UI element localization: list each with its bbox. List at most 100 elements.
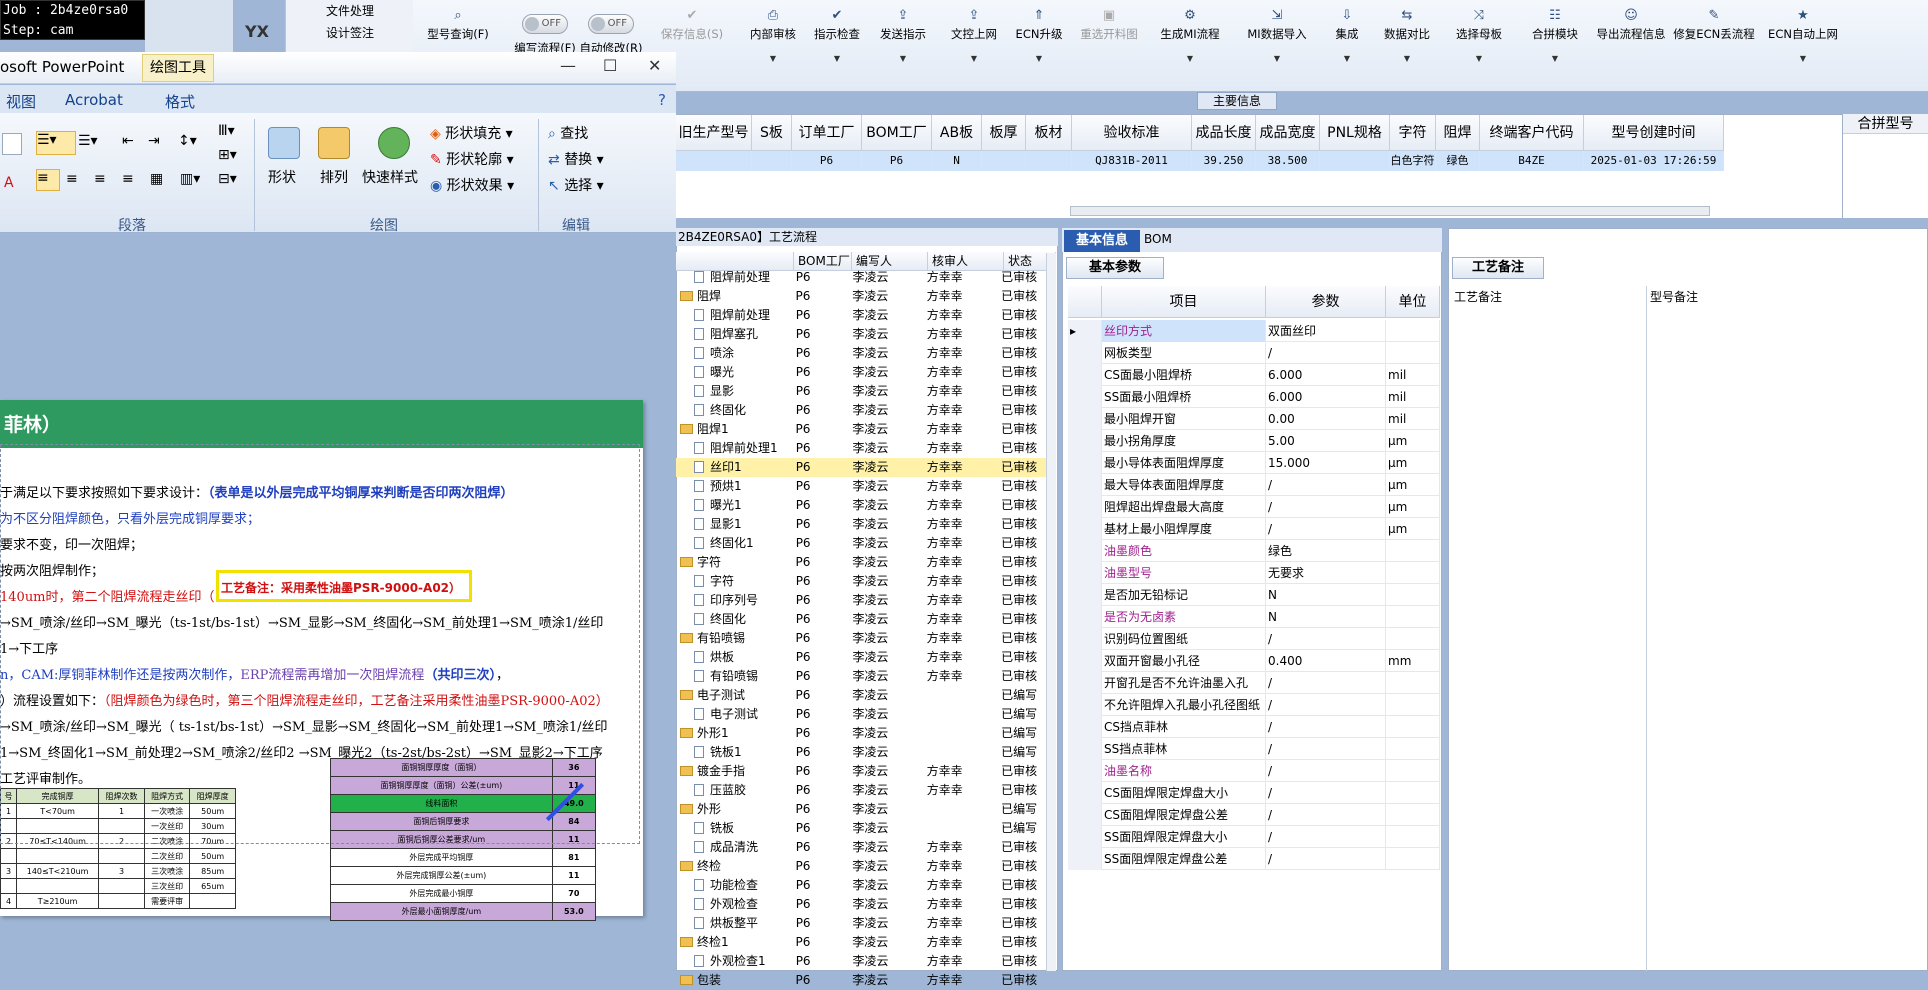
tab-view[interactable]: 视图 [6,91,36,112]
align-left-button[interactable]: ≡ [36,169,60,191]
toolbar-button-8[interactable]: ⇑ ECN升级 ▼ [1011,8,1067,78]
decrease-indent-button[interactable]: ⇤ [122,133,134,149]
increase-indent-button[interactable]: ⇥ [148,133,160,149]
param-value[interactable]: 双面丝印 [1266,320,1386,342]
grid-column-header[interactable]: 旧生产型号 [676,115,752,151]
slide-canvas[interactable]: 菲林） 于满足以下要求按照如下要求设计：（表单是以外层完成平均铜厚来判断是否印两… [0,400,643,921]
columns-button[interactable]: ▥▾ [180,171,200,187]
basic-param-row[interactable]: 最小拐角厚度 5.00 μm [1068,430,1440,452]
grid-column-header[interactable]: 成品长度 [1192,115,1256,151]
grid-column-header[interactable]: PNL规格 [1320,115,1390,151]
basic-param-row[interactable]: 阻焊超出焊盘最大高度 / μm [1068,496,1440,518]
justify-button[interactable]: ≡ [122,171,134,187]
process-row[interactable]: 功能检查 P6 李凌云 方幸幸 已审核 [676,876,1048,895]
grid-column-header[interactable]: BOM工厂 [862,115,932,151]
quick-styles-button[interactable]: 快速样式 [362,167,418,187]
process-row[interactable]: 有铅喷锡 P6 李凌云 方幸幸 已审核 [676,629,1048,648]
help-icon[interactable]: ? [658,91,666,109]
basic-param-row[interactable]: ▸ 丝印方式 双面丝印 [1068,320,1440,342]
param-value[interactable]: / [1266,672,1386,694]
basic-param-row[interactable]: 网板类型 / [1068,342,1440,364]
close-icon[interactable]: ✕ [648,56,661,75]
process-row[interactable]: 电子测试 P6 李凌云 已编写 [676,686,1048,705]
param-value[interactable]: 0.00 [1266,408,1386,430]
toolbar-button-17[interactable]: ✎ 修复ECN丢流程 [1671,8,1757,78]
tab-bom[interactable]: BOM [1144,232,1172,246]
grid-column-header[interactable]: S板 [752,115,792,151]
tab-acrobat[interactable]: Acrobat [65,91,123,109]
param-value[interactable]: / [1266,848,1386,870]
toolbar-button-13[interactable]: ⇆ 数据对比 ▼ [1379,8,1435,78]
grid-column-header[interactable]: 验收标准 [1072,115,1192,151]
model-grid-row[interactable]: P6 P6 N QJ831B-2011 39.250 38.500 白色字符 绿色 B4ZE 20… [676,151,1724,171]
toolbar-button-9[interactable]: ▣ 重选开料图 [1073,8,1145,78]
process-row[interactable]: 外观检查 P6 李凌云 方幸幸 已审核 [676,895,1048,914]
grid-column-header[interactable]: 板材 [1026,115,1072,151]
grid-column-header[interactable]: 终端客户代码 [1480,115,1584,151]
basic-param-row[interactable]: 油墨颜色 绿色 [1068,540,1440,562]
grid-column-header[interactable]: 字符 [1390,115,1436,151]
align-center-button[interactable]: ≡ [66,171,78,187]
process-row[interactable]: 终固化 P6 李凌云 方幸幸 已审核 [676,610,1048,629]
grid-column-header[interactable]: 成品宽度 [1256,115,1320,151]
process-row[interactable]: 阻焊前处理 P6 李凌云 方幸幸 已审核 [676,306,1048,325]
toolbar-button-4[interactable]: ⎙ 内部审核 ▼ [741,8,805,78]
paragraph-style-icon[interactable] [2,133,22,155]
process-row[interactable]: 阻焊前处理 P6 李凌云 方幸幸 已审核 [676,268,1048,287]
line-spacing-button[interactable]: ↕▾ [178,133,197,149]
process-row[interactable]: 终检 P6 李凌云 方幸幸 已审核 [676,857,1048,876]
toolbar-button-7[interactable]: ⇪ 文控上网 ▼ [943,8,1005,78]
arrange-button[interactable]: 排列 [320,167,348,187]
shape-effects-button[interactable]: ◉ 形状效果 ▾ [430,175,514,195]
grid-column-header[interactable]: 订单工厂 [792,115,862,151]
basic-param-row[interactable]: CS面阻焊限定焊盘公差 / [1068,804,1440,826]
toolbar-button-18[interactable]: ★ ECN自动上网 ▼ [1763,8,1843,78]
basic-param-row[interactable]: CS面阻焊限定焊盘大小 / [1068,782,1440,804]
basic-param-row[interactable]: 油墨名称 / [1068,760,1440,782]
align-right-button[interactable]: ≡ [94,171,106,187]
param-value[interactable]: 6.000 [1266,386,1386,408]
shape-fill-button[interactable]: ◈ 形状填充 ▾ [430,123,513,143]
basic-param-row[interactable]: 是否加无铅标记 N [1068,584,1440,606]
toolbar-button-11[interactable]: ⇲ MI数据导入 ▼ [1237,8,1317,78]
process-row[interactable]: 阻焊 P6 李凌云 方幸幸 已审核 [676,287,1048,306]
bullets-button[interactable]: ☰▾ [36,131,76,155]
process-row[interactable]: 阻焊前处理1 P6 李凌云 方幸幸 已审核 [676,439,1048,458]
process-row[interactable]: 丝印1 P6 李凌云 方幸幸 已审核 [676,458,1048,477]
basic-param-row[interactable]: SS面最小阻焊桥 6.000 mil [1068,386,1440,408]
toolbar-button-12[interactable]: ⇩ 集成 ▼ [1325,8,1369,78]
toolbar-button-15[interactable]: ☷ 合拼模块 ▼ [1523,8,1587,78]
basic-param-row[interactable]: 最小导体表面阻焊厚度 15.000 μm [1068,452,1440,474]
shape-outline-button[interactable]: ✎ 形状轮廓 ▾ [430,149,514,169]
param-value[interactable]: / [1266,804,1386,826]
find-button[interactable]: ⌕ 查找 [548,123,588,143]
process-row[interactable]: 曝光1 P6 李凌云 方幸幸 已审核 [676,496,1048,515]
distribute-button[interactable]: ▦ [150,171,163,187]
param-value[interactable]: / [1266,518,1386,540]
param-value[interactable]: 5.00 [1266,430,1386,452]
param-value[interactable]: / [1266,716,1386,738]
drawing-tools-tab[interactable]: 绘图工具 [142,54,214,82]
basic-params-tab[interactable]: 基本参数 [1066,257,1164,279]
vertical-scrollbar[interactable] [1046,253,1056,971]
param-value[interactable]: 0.400 [1266,650,1386,672]
process-row[interactable]: 包装 P6 李凌云 方幸幸 已审核 [676,971,1048,990]
param-value[interactable]: 15.000 [1266,452,1386,474]
param-value[interactable]: / [1266,342,1386,364]
grid-column-header[interactable]: 板厚 [982,115,1026,151]
basic-param-row[interactable]: SS面阻焊限定焊盘公差 / [1068,848,1440,870]
process-row[interactable]: 阻焊1 P6 李凌云 方幸幸 已审核 [676,420,1048,439]
toggle-switch[interactable]: OFF [588,14,634,34]
process-row[interactable]: 有铅喷锡 P6 李凌云 方幸幸 已审核 [676,667,1048,686]
menu-item-design-sign[interactable]: 设计签注 [286,22,413,44]
highlight-box[interactable]: 工艺备注：采用柔性油墨PSR-9000-A02） [216,570,472,602]
process-row[interactable]: 烘板整平 P6 李凌云 方幸幸 已审核 [676,914,1048,933]
process-row[interactable]: 铣板1 P6 李凌云 已编写 [676,743,1048,762]
basic-param-row[interactable]: 是否为无卤素 N [1068,606,1440,628]
horizontal-scrollbar[interactable] [1070,206,1710,216]
basic-param-row[interactable]: 最大导体表面阻焊厚度 / μm [1068,474,1440,496]
minimize-icon[interactable]: — [560,56,576,75]
basic-param-row[interactable]: 不允许阻焊入孔最小孔径图纸 / [1068,694,1440,716]
process-row[interactable]: 印序列号 P6 李凌云 方幸幸 已审核 [676,591,1048,610]
param-value[interactable]: / [1266,826,1386,848]
